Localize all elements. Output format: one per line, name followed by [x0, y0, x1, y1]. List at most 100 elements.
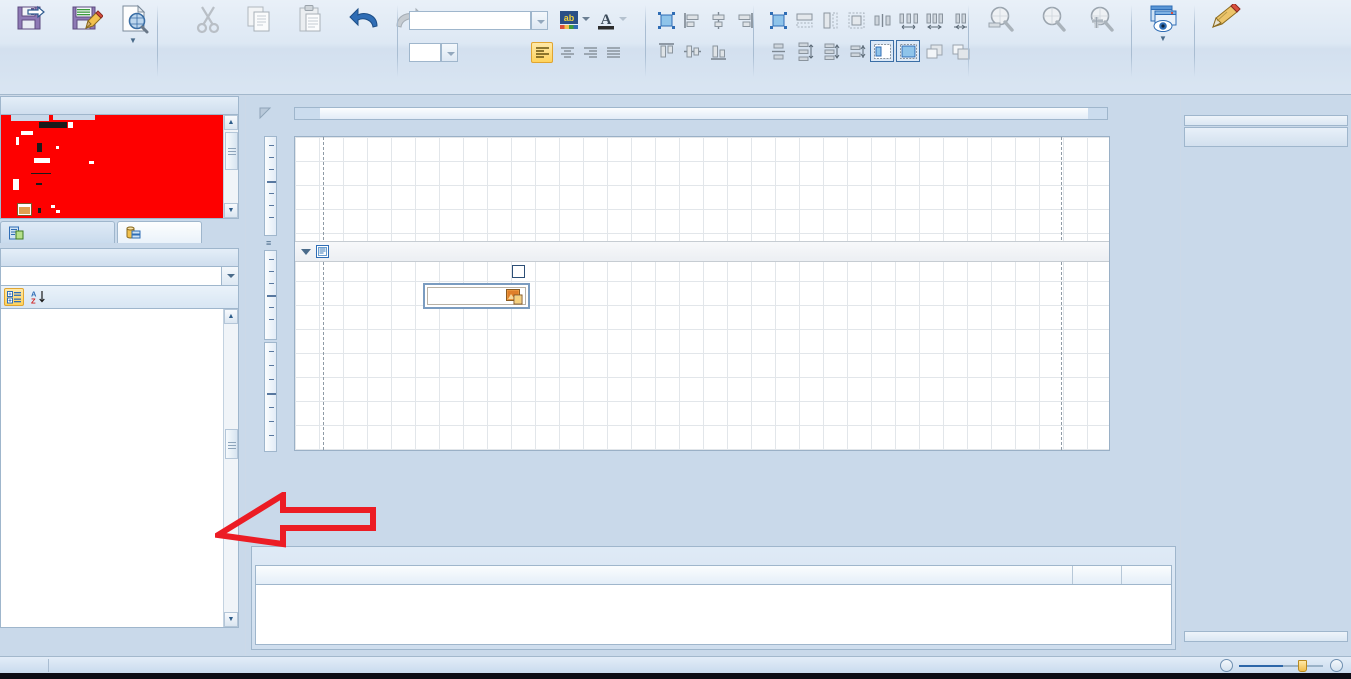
copy-button[interactable] [231, 4, 287, 70]
make-same-size-button[interactable] [844, 9, 868, 31]
zoom-out-status-button[interactable] [1220, 659, 1233, 672]
size-to-grid-button[interactable] [766, 9, 790, 31]
detail-band-collapse-icon[interactable] [301, 248, 311, 255]
align-centers-button[interactable] [706, 9, 730, 31]
vertical-ruler-detail[interactable] [264, 250, 277, 340]
zoom-in-button[interactable] [1073, 4, 1129, 70]
left-margin-line [323, 137, 324, 450]
zoom-in-status-button[interactable] [1330, 659, 1343, 672]
dock-left-button[interactable] [870, 40, 894, 62]
zoom-in-icon [1090, 6, 1114, 32]
preview-button[interactable]: ▼ [105, 4, 161, 70]
copy-icon [247, 6, 270, 32]
property-grid-scroll-thumb[interactable] [225, 429, 238, 459]
center-horizontally-icon [874, 13, 890, 27]
align-center-button[interactable] [556, 42, 578, 63]
font-size-input[interactable] [409, 43, 441, 62]
highlight-color-dropdown-icon[interactable] [582, 17, 590, 21]
column-header-description[interactable] [256, 566, 1074, 584]
remove-horizontal-spacing-icon [953, 13, 967, 29]
toolbox-group-standard-controls[interactable] [1184, 127, 1348, 147]
vertical-ruler-bottom[interactable] [264, 342, 277, 452]
tab-field-list[interactable] [117, 221, 202, 243]
horizontal-ruler[interactable] [294, 107, 1108, 120]
save-and-close-button[interactable] [3, 4, 59, 70]
increase-vertical-spacing-button[interactable] [792, 40, 816, 62]
field-list-icon [126, 226, 141, 238]
align-middles-button[interactable] [680, 40, 704, 62]
decrease-horizontal-spacing-icon [926, 13, 943, 29]
categorized-view-button[interactable] [4, 288, 24, 306]
property-grid-object-selector[interactable] [0, 266, 239, 286]
property-grid-object-dropdown-icon[interactable] [221, 267, 238, 285]
ribbon-group-scripts [1195, 0, 1257, 94]
highlight-color-button[interactable]: ab [559, 10, 579, 30]
taskbar-strip [0, 673, 1351, 679]
detail-band-header[interactable] [295, 241, 1109, 262]
detail-band-icon [316, 245, 329, 258]
font-family-dropdown-icon[interactable] [531, 11, 548, 30]
paste-button[interactable] [282, 4, 338, 70]
tab-report-explorer[interactable] [0, 221, 115, 243]
field-list-scroll-up-icon[interactable]: ▲ [224, 115, 238, 130]
fore-color-dropdown-icon[interactable] [619, 17, 627, 21]
picture-box-control[interactable] [423, 283, 530, 309]
column-header-column[interactable] [1122, 566, 1171, 584]
align-lefts-button[interactable] [680, 9, 704, 31]
decrease-horizontal-spacing-button[interactable] [922, 9, 946, 31]
field-list-scrollbar[interactable]: ▲ ▼ [223, 115, 238, 218]
italic-button[interactable] [484, 42, 506, 63]
property-grid-toolbar: A Z [0, 286, 239, 308]
field-list-tree[interactable]: ▲ ▼ [0, 114, 239, 219]
vertical-ruler-top[interactable] [264, 136, 277, 236]
scripts-button[interactable] [1198, 4, 1254, 70]
remove-vertical-spacing-button[interactable] [844, 40, 868, 62]
scripts-errors-grid[interactable] [255, 565, 1172, 645]
highlight-icon: ab [560, 11, 578, 29]
align-to-grid-button[interactable] [654, 9, 678, 31]
picture-box-smart-tag[interactable] [512, 265, 525, 278]
report-canvas[interactable] [294, 136, 1110, 451]
property-grid-scroll-up-icon[interactable]: ▲ [224, 309, 238, 324]
field-list-scroll-thumb[interactable] [225, 132, 238, 170]
increase-horizontal-spacing-button[interactable] [896, 9, 920, 31]
font-size-dropdown-icon[interactable] [441, 43, 458, 62]
toolbox-scroll-down-strip[interactable] [1184, 631, 1348, 642]
align-justify-button[interactable] [602, 42, 624, 63]
make-same-width-button[interactable] [792, 9, 816, 31]
property-grid-rows[interactable]: ▲ ▼ [0, 308, 239, 628]
align-left-button[interactable] [531, 42, 553, 63]
make-same-height-button[interactable] [818, 9, 842, 31]
zoom-slider-thumb[interactable] [1298, 660, 1307, 672]
property-grid-scroll-down-icon[interactable]: ▼ [224, 612, 238, 627]
windows-dropdown-arrow-icon[interactable]: ▼ [1159, 35, 1167, 43]
band-resize-handle-icon[interactable]: ≡ [266, 238, 271, 248]
fore-color-button[interactable]: A [596, 9, 616, 31]
center-horizontally-button[interactable] [870, 9, 894, 31]
right-margin-line [1061, 137, 1062, 450]
field-list-scroll-down-icon[interactable]: ▼ [224, 203, 238, 218]
underline-button[interactable] [506, 42, 528, 63]
windows-button[interactable]: ▼ [1135, 4, 1191, 70]
dock-fill-button[interactable] [896, 40, 920, 62]
toolbox-scroll-up-strip[interactable] [1184, 115, 1348, 126]
align-bottoms-button[interactable] [706, 40, 730, 62]
save-as-icon [72, 6, 103, 30]
cut-button[interactable] [180, 4, 236, 70]
column-header-line[interactable] [1073, 566, 1123, 584]
ribbon-group-zoom [969, 0, 1132, 94]
property-grid-scrollbar[interactable]: ▲ ▼ [223, 309, 238, 627]
bold-button[interactable] [462, 42, 484, 63]
align-right-button[interactable] [579, 42, 601, 63]
bring-to-front-button[interactable] [922, 40, 946, 62]
scripts-errors-panel [251, 546, 1176, 650]
decrease-vertical-spacing-button[interactable] [818, 40, 842, 62]
alphabetical-sort-button[interactable]: A Z [28, 288, 48, 306]
preview-dropdown-arrow-icon[interactable]: ▼ [129, 37, 137, 45]
center-vertically-button[interactable] [766, 40, 790, 62]
zoom-out-button[interactable] [973, 4, 1029, 70]
zoom-slider-track[interactable] [1239, 665, 1323, 667]
font-family-input[interactable] [409, 11, 531, 30]
align-tops-button[interactable] [654, 40, 678, 62]
report-explorer-icon [9, 226, 24, 239]
